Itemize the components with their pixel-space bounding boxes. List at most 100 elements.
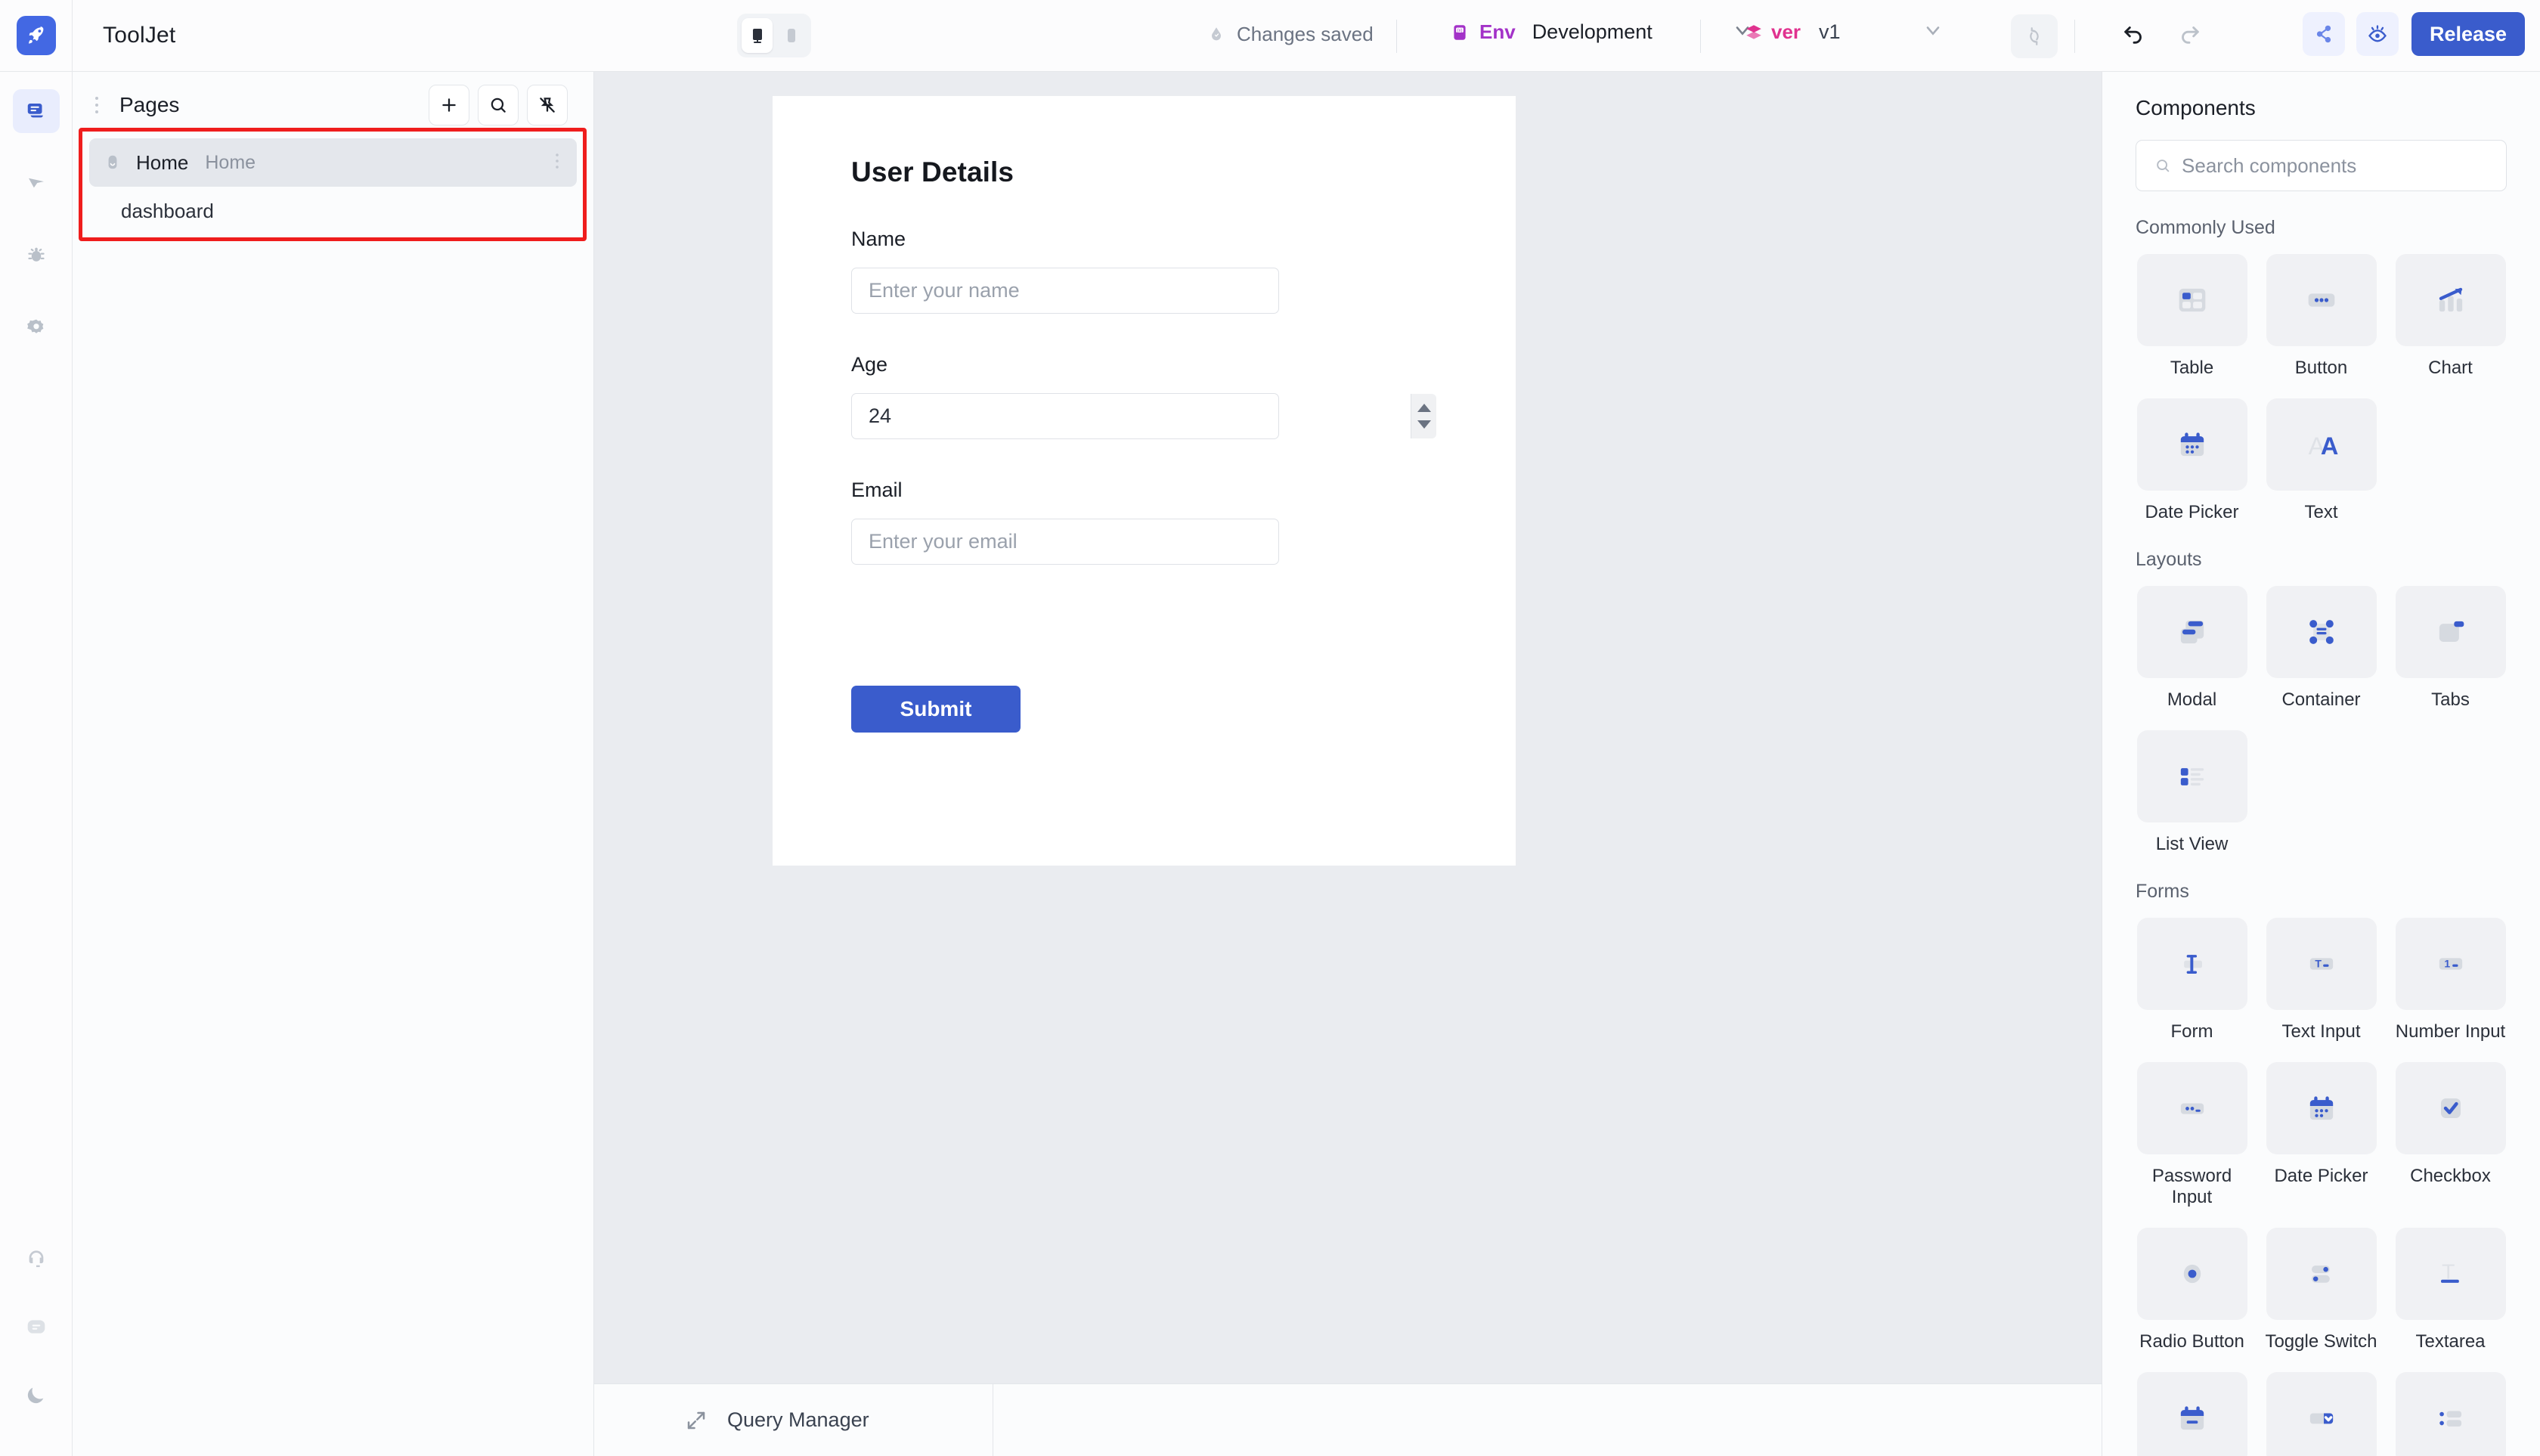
query-manager-label: Query Manager xyxy=(727,1408,869,1431)
redo-button[interactable] xyxy=(2176,21,2202,51)
stepper-down-icon[interactable] xyxy=(1417,420,1431,429)
pages-header: Pages xyxy=(73,72,593,138)
tile-label: Chart xyxy=(2428,358,2473,378)
name-input[interactable]: Enter your name xyxy=(851,268,1279,314)
query-manager-toggle[interactable]: Query Manager xyxy=(594,1384,993,1456)
sidebar-item-settings[interactable] xyxy=(13,305,60,349)
components-title: Components xyxy=(2136,96,2256,119)
left-icon-rail xyxy=(0,72,73,1456)
desktop-icon[interactable] xyxy=(742,18,773,53)
refresh-icon xyxy=(2030,27,2039,45)
layouts-grid: Modal Container Tabs List View xyxy=(2136,574,2507,855)
component-tile-list-view[interactable]: List View xyxy=(2136,730,2248,855)
chevron-down-icon[interactable] xyxy=(1922,20,1944,45)
component-search[interactable] xyxy=(2136,140,2507,191)
page-options-button[interactable] xyxy=(554,150,560,176)
env-tag: Env xyxy=(1479,20,1516,43)
component-tile-toggle-switch[interactable]: Toggle Switch xyxy=(2265,1228,2377,1352)
component-tile-text-input[interactable]: T Text Input xyxy=(2265,918,2377,1042)
sidebar-item-debugger[interactable] xyxy=(13,233,60,277)
undo-icon xyxy=(2124,26,2142,44)
component-tile-multiselect[interactable] xyxy=(2394,1372,2507,1456)
device-toggle[interactable] xyxy=(737,14,811,57)
release-button[interactable]: Release xyxy=(2411,12,2525,56)
component-tile-form[interactable]: Form xyxy=(2136,918,2248,1042)
layers-icon xyxy=(1746,24,1761,39)
tile-label: Form xyxy=(2170,1021,2213,1042)
component-tile-date-range[interactable] xyxy=(2136,1372,2248,1456)
unpin-panel-button[interactable] xyxy=(527,85,568,125)
form-title: User Details xyxy=(851,156,1014,187)
theme-toggle-button[interactable] xyxy=(13,1373,60,1417)
query-manager-empty-area xyxy=(993,1384,2102,1456)
search-pages-button[interactable] xyxy=(478,85,519,125)
app-canvas[interactable]: User Details Name Enter your name Age 24… xyxy=(594,72,2102,1383)
page-name: Home xyxy=(136,150,189,174)
field-label-age: Age xyxy=(851,353,888,376)
component-tile-number-input[interactable]: 1 Number Input xyxy=(2394,918,2507,1042)
user-details-form-card[interactable]: User Details Name Enter your name Age 24… xyxy=(773,96,1516,866)
tile-label: Container xyxy=(2281,689,2361,710)
age-stepper[interactable] xyxy=(1411,394,1436,438)
component-tile-table[interactable]: Table xyxy=(2136,254,2248,379)
submit-button[interactable]: Submit xyxy=(851,686,1021,733)
section-title-commonly-used: Commonly Used xyxy=(2136,217,2275,238)
component-tile-textarea[interactable]: T Textarea xyxy=(2394,1228,2507,1352)
field-label-name: Name xyxy=(851,228,906,250)
environment-selector[interactable]: (x) Env Development xyxy=(1450,20,1753,45)
top-bar: ToolJet Changes saved (x) Env Developmen… xyxy=(0,0,2540,72)
support-button[interactable] xyxy=(13,1237,60,1281)
component-tile-checkbox[interactable]: Checkbox xyxy=(2394,1062,2507,1208)
tooljet-app-builder: ToolJet Changes saved (x) Env Developmen… xyxy=(0,0,2540,1456)
tile-label: Number Input xyxy=(2395,1021,2506,1042)
sidebar-item-pages[interactable] xyxy=(12,89,60,133)
date-range-icon xyxy=(2136,1372,2247,1456)
sidebar-item-inspector[interactable] xyxy=(13,161,60,205)
component-tile-container[interactable]: Container xyxy=(2265,586,2377,711)
pages-list: Home Home dashboard xyxy=(73,128,593,241)
tile-label: Password Input xyxy=(2151,1166,2232,1207)
version-selector[interactable]: ver v1 xyxy=(1744,20,1944,45)
email-input[interactable]: Enter your email xyxy=(851,519,1279,565)
component-tile-tabs[interactable]: Tabs xyxy=(2394,586,2507,711)
divider xyxy=(1700,20,1701,53)
age-input[interactable]: 24 xyxy=(851,393,1279,439)
preview-button[interactable] xyxy=(2356,12,2399,56)
undo-button[interactable] xyxy=(2121,21,2147,51)
comments-button[interactable] xyxy=(13,1305,60,1349)
chart-icon xyxy=(2395,254,2506,346)
stepper-up-icon[interactable] xyxy=(1417,404,1431,413)
query-manager-bar[interactable]: Query Manager xyxy=(594,1383,2102,1456)
redo-icon xyxy=(2182,26,2199,44)
tile-label: Text Input xyxy=(2281,1021,2361,1042)
mobile-icon[interactable] xyxy=(776,18,807,53)
gear-icon xyxy=(26,319,43,333)
refresh-button[interactable] xyxy=(2011,14,2058,58)
share-button[interactable] xyxy=(2303,12,2345,56)
component-tile-chart[interactable]: Chart xyxy=(2394,254,2507,379)
page-list-item-dashboard[interactable]: dashboard xyxy=(89,187,577,235)
component-tile-radio-button[interactable]: Radio Button xyxy=(2136,1228,2248,1352)
page-slug: Home xyxy=(205,151,256,173)
component-tile-button[interactable]: Button xyxy=(2265,254,2377,379)
component-tile-password-input[interactable]: Password Input xyxy=(2136,1062,2248,1208)
app-logo[interactable] xyxy=(0,0,73,72)
page-list-item-home[interactable]: Home Home xyxy=(89,138,577,187)
component-tile-date-picker[interactable]: Date Picker xyxy=(2136,398,2248,523)
add-page-button[interactable] xyxy=(429,85,469,125)
text-icon: A A xyxy=(2266,398,2377,491)
multiselect-icon xyxy=(2395,1372,2506,1456)
svg-text:(x): (x) xyxy=(1457,28,1463,33)
page-name: dashboard xyxy=(121,199,214,222)
component-tile-dropdown[interactable] xyxy=(2265,1372,2377,1456)
component-tile-modal[interactable]: Modal xyxy=(2136,586,2248,711)
dropdown-icon xyxy=(2266,1372,2377,1456)
save-status: Changes saved xyxy=(1206,23,1374,46)
component-tile-date-picker-forms[interactable]: Date Picker xyxy=(2265,1062,2377,1208)
drag-handle-icon[interactable] xyxy=(89,97,104,113)
search-components-input[interactable] xyxy=(2182,153,2488,178)
headset-icon xyxy=(29,1250,43,1268)
tile-label: Date Picker xyxy=(2145,502,2239,522)
component-tile-text[interactable]: A A Text xyxy=(2265,398,2377,523)
tile-label: Date Picker xyxy=(2274,1166,2368,1186)
